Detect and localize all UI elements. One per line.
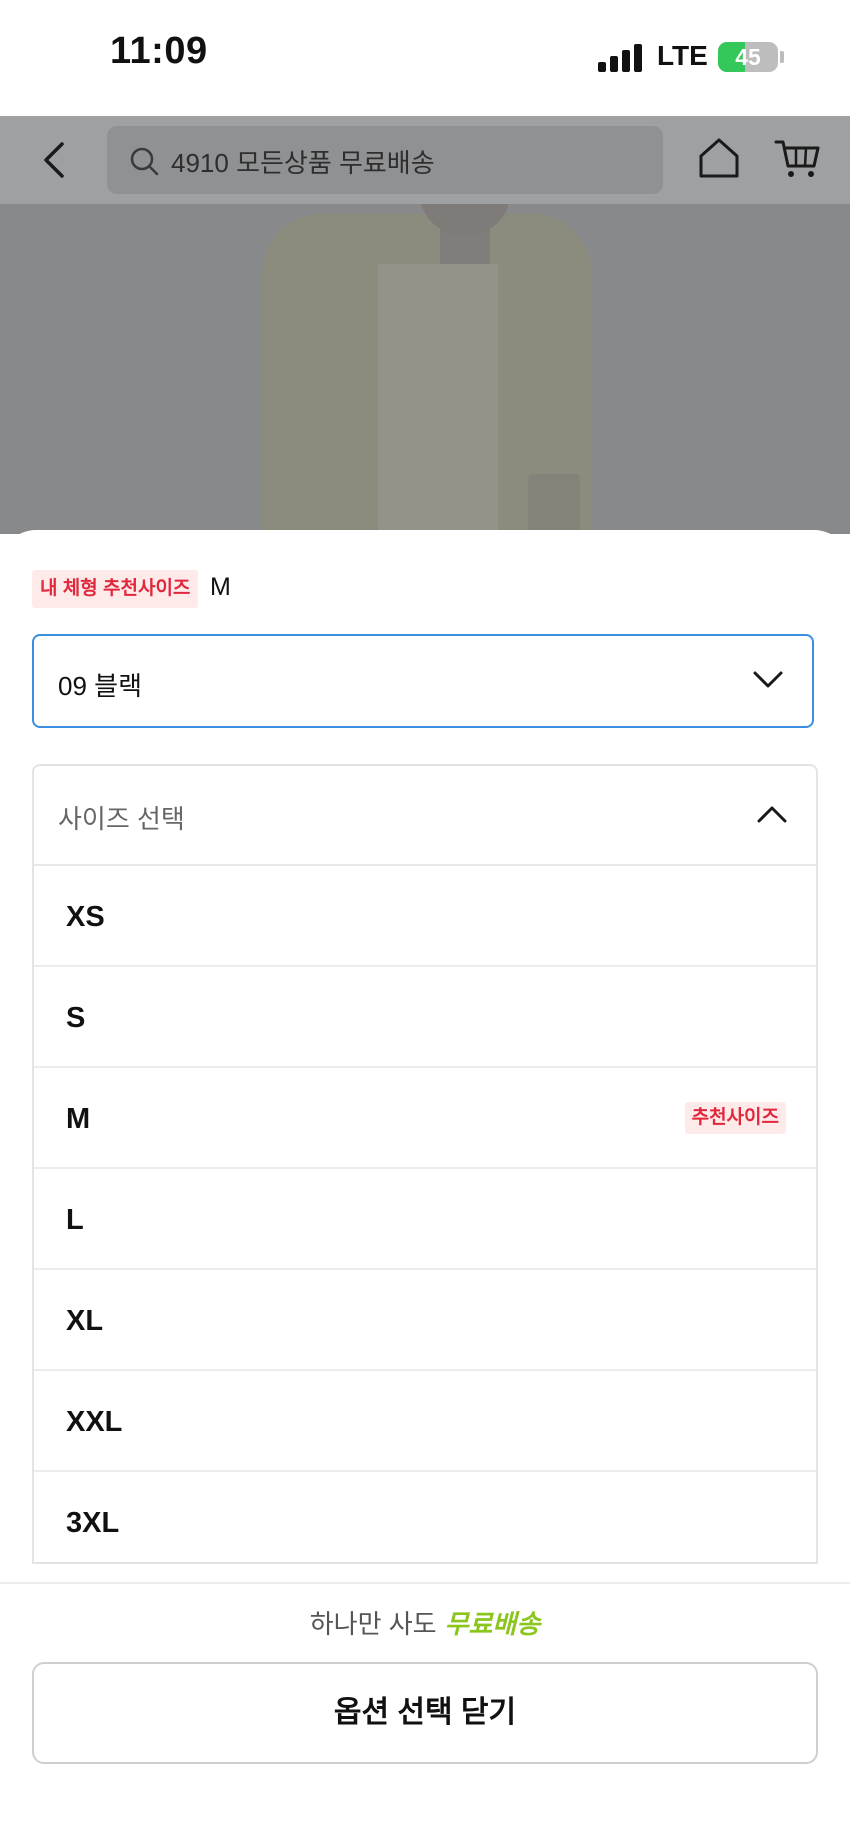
network-type: LTE: [657, 40, 708, 71]
size-dropdown-header[interactable]: 사이즈 선택: [34, 766, 816, 866]
recommended-size-value: M: [210, 573, 231, 601]
size-option-s[interactable]: S: [34, 967, 816, 1068]
size-option-label: M: [66, 1103, 91, 1135]
size-option-3xl[interactable]: 3XL: [34, 1472, 816, 1562]
search-bar[interactable]: 4910 모든상품 무료배송: [107, 126, 663, 194]
back-arrow-icon[interactable]: [36, 138, 76, 182]
promo-text: 하나만 사도: [309, 1609, 437, 1639]
color-dropdown-value: 09 블랙: [58, 671, 142, 701]
chevron-up-icon: [757, 806, 787, 823]
color-dropdown[interactable]: 09 블랙: [32, 634, 814, 728]
size-option-label: XXL: [66, 1406, 123, 1438]
product-pocket-shape: [528, 474, 580, 534]
size-option-m[interactable]: M 추천사이즈: [34, 1068, 816, 1169]
battery-tip: [780, 51, 784, 63]
status-bar: 11:09 LTE 45: [0, 0, 850, 116]
recommended-size-tag: 내 체형 추천사이즈: [32, 570, 199, 608]
size-option-label: S: [66, 1002, 86, 1034]
size-option-list: XS S M 추천사이즈 L XL XXL 3XL: [34, 866, 816, 1562]
size-option-label: XL: [66, 1305, 104, 1337]
recommended-size-badge: 추천사이즈: [684, 1102, 786, 1134]
status-time: 11:09: [110, 30, 208, 72]
search-placeholder: 4910 모든상품 무료배송: [171, 148, 435, 178]
size-dropdown: 사이즈 선택 XS S M 추천사이즈 L XL XXL 3XL: [32, 764, 818, 1564]
size-option-label: XS: [66, 901, 105, 933]
sheet-footer: 하나만 사도 무료배송 옵션 선택 닫기: [0, 1582, 850, 1844]
promo-highlight: 무료배송: [444, 1609, 541, 1639]
size-option-l[interactable]: L: [34, 1169, 816, 1270]
size-option-label: L: [66, 1204, 84, 1236]
product-image: [0, 204, 850, 534]
top-navigation-bar: 4910 모든상품 무료배송: [0, 116, 850, 204]
size-option-xxl[interactable]: XXL: [34, 1371, 816, 1472]
battery-icon: 45: [718, 42, 778, 72]
chevron-down-icon: [753, 671, 783, 688]
size-option-xl[interactable]: XL: [34, 1270, 816, 1371]
size-dropdown-label: 사이즈 선택: [58, 804, 185, 834]
battery-percent: 45: [735, 44, 761, 70]
cart-icon[interactable]: [774, 136, 820, 180]
size-option-label: 3XL: [66, 1507, 120, 1539]
home-icon[interactable]: [697, 136, 741, 180]
close-options-button[interactable]: 옵션 선택 닫기: [32, 1662, 818, 1764]
search-icon: [130, 147, 159, 176]
free-shipping-promo: 하나만 사도 무료배송: [0, 1604, 850, 1641]
cellular-signal-icon: [598, 44, 644, 72]
size-option-xs[interactable]: XS: [34, 866, 816, 967]
product-shirt-shape: [378, 264, 498, 534]
